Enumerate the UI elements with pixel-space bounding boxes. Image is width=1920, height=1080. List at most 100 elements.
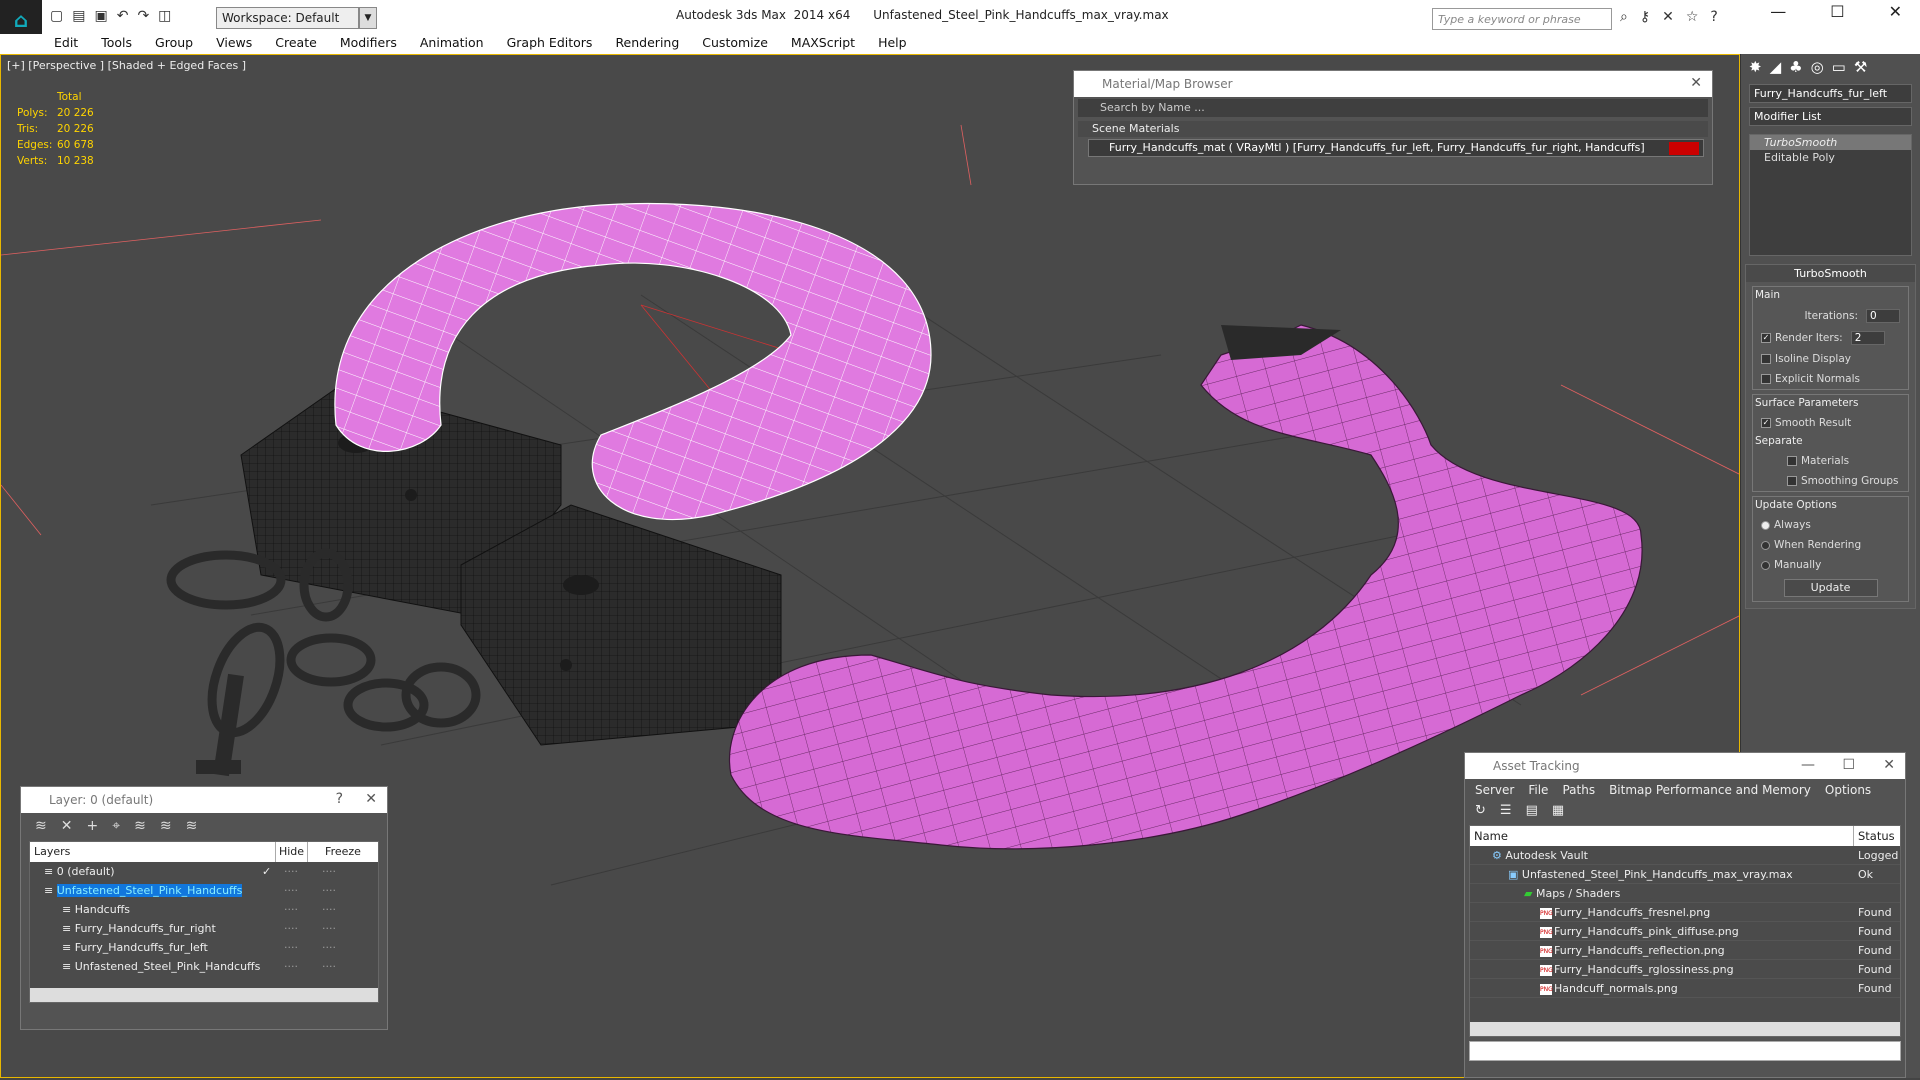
list-view-icon[interactable]: ☰ — [1500, 803, 1512, 819]
menu-customize[interactable]: Customize — [702, 34, 768, 54]
help-icon[interactable]: ? — [336, 791, 343, 807]
binoculars-icon[interactable]: ⌕ — [1620, 9, 1628, 25]
explicit-normals-checkbox[interactable] — [1761, 374, 1771, 384]
layer-freeze-toggle[interactable]: ···· — [322, 900, 336, 919]
materials-checkbox[interactable] — [1787, 456, 1797, 466]
new-icon[interactable]: ▢ — [50, 8, 63, 24]
manually-radio[interactable] — [1761, 560, 1770, 570]
material-browser-titlebar[interactable]: Material/Map Browser ✕ — [1074, 71, 1712, 97]
select-in-layer-icon[interactable]: ⌖ — [112, 818, 120, 834]
asset-menu-options[interactable]: Options — [1825, 783, 1871, 797]
layer-freeze-toggle[interactable]: ···· — [322, 862, 336, 881]
add-to-layer-icon[interactable]: + — [86, 818, 98, 834]
menu-group[interactable]: Group — [155, 34, 193, 54]
asset-menu-server[interactable]: Server — [1475, 783, 1514, 797]
minimize-icon[interactable]: — — [1801, 757, 1815, 773]
maximize-icon[interactable]: ☐ — [1842, 757, 1855, 773]
render-iters-spinner[interactable]: 2 — [1850, 331, 1885, 345]
close-icon[interactable]: ✕ — [1690, 75, 1702, 91]
asset-row[interactable]: ▣ Unfastened_Steel_Pink_Handcuffs_max_vr… — [1470, 865, 1900, 884]
scene-materials-header[interactable]: Scene Materials — [1078, 121, 1708, 137]
help-icon[interactable]: ? — [1710, 9, 1717, 25]
layer-row[interactable]: ≡ 0 (default) ···· ···· ✓ — [30, 862, 378, 881]
thumbnail-view-icon[interactable]: ▤ — [1526, 803, 1538, 819]
layer-row[interactable]: ≡ Furry_Handcuffs_fur_left ···· ···· — [30, 938, 378, 957]
menu-tools[interactable]: Tools — [101, 34, 132, 54]
viewport-label[interactable]: [+] [Perspective ] [Shaded + Edged Faces… — [7, 59, 246, 72]
layer-row[interactable]: ≡ Handcuffs ···· ···· — [30, 900, 378, 919]
always-radio[interactable] — [1761, 520, 1770, 530]
highlight-layer-icon[interactable]: ≋ — [134, 818, 146, 834]
hierarchy-tab-icon[interactable]: ♣ — [1789, 58, 1802, 76]
workspace-dropdown[interactable]: Workspace: Default ▼ — [216, 7, 377, 29]
layer-hide-toggle[interactable]: ···· — [284, 881, 298, 900]
menu-help[interactable]: Help — [878, 34, 907, 54]
asset-row[interactable]: PNGFurry_Handcuffs_pink_diffuse.png Found — [1470, 922, 1900, 941]
menu-graph-editors[interactable]: Graph Editors — [507, 34, 593, 54]
material-row[interactable]: Furry_Handcuffs_mat ( VRayMtl ) [Furry_H… — [1088, 139, 1704, 157]
project-icon[interactable]: ◫ — [158, 8, 171, 24]
maximize-icon[interactable]: ☐ — [1830, 2, 1844, 21]
iterations-spinner[interactable]: 0 — [1866, 309, 1900, 323]
modifier-list-dropdown[interactable]: Modifier List — [1749, 107, 1912, 126]
layer-hide-toggle[interactable]: ···· — [284, 900, 298, 919]
rollout-title[interactable]: TurboSmooth — [1746, 265, 1915, 282]
exchange-icon[interactable]: ✕ — [1662, 9, 1674, 25]
asset-scrollbar[interactable] — [1470, 1022, 1900, 1036]
menu-maxscript[interactable]: MAXScript — [791, 34, 855, 54]
redo-icon[interactable]: ↷ — [137, 8, 149, 24]
asset-row[interactable]: PNGFurry_Handcuffs_fresnel.png Found — [1470, 903, 1900, 922]
asset-row[interactable]: ⚙ Autodesk Vault Logged — [1470, 846, 1900, 865]
asset-menu-bitmap[interactable]: Bitmap Performance and Memory — [1609, 783, 1811, 797]
update-button[interactable]: Update — [1783, 579, 1878, 597]
asset-path-field[interactable] — [1469, 1041, 1901, 1061]
key-icon[interactable]: ⚷ — [1640, 9, 1650, 25]
render-iters-checkbox[interactable]: ✓ — [1761, 333, 1771, 343]
create-tab-icon[interactable]: ✸ — [1749, 58, 1762, 76]
smoothing-groups-checkbox[interactable] — [1787, 476, 1797, 486]
layer-hide-toggle[interactable]: ···· — [284, 862, 298, 881]
save-icon[interactable]: ▣ — [94, 8, 107, 24]
isoline-checkbox[interactable] — [1761, 354, 1771, 364]
close-icon[interactable]: ✕ — [365, 791, 377, 807]
freeze-all-icon[interactable]: ≋ — [186, 818, 198, 834]
motion-tab-icon[interactable]: ◎ — [1811, 58, 1824, 76]
layer-row[interactable]: ≡ Unfastened_Steel_Pink_Handcuffs ···· ···… — [30, 957, 378, 976]
menu-rendering[interactable]: Rendering — [615, 34, 679, 54]
layer-freeze-toggle[interactable]: ···· — [322, 938, 336, 957]
col-status[interactable]: Status — [1854, 826, 1900, 846]
delete-layer-icon[interactable]: ✕ — [61, 818, 73, 834]
display-tab-icon[interactable]: ▭ — [1832, 58, 1846, 76]
open-icon[interactable]: ▤ — [72, 8, 85, 24]
col-name[interactable]: Name — [1470, 826, 1854, 846]
menu-animation[interactable]: Animation — [420, 34, 484, 54]
stack-item-editable-poly[interactable]: Editable Poly — [1750, 150, 1911, 165]
close-icon[interactable]: ✕ — [1883, 757, 1895, 773]
material-search-input[interactable]: Search by Name ... — [1078, 99, 1708, 117]
object-name-field[interactable]: Furry_Handcuffs_fur_left — [1749, 84, 1912, 103]
layer-scrollbar[interactable] — [30, 988, 378, 1002]
menu-edit[interactable]: Edit — [54, 34, 78, 54]
asset-row[interactable]: PNGFurry_Handcuffs_rglossiness.png Found — [1470, 960, 1900, 979]
asset-menu-file[interactable]: File — [1528, 783, 1548, 797]
smooth-result-checkbox[interactable]: ✓ — [1761, 418, 1771, 428]
layer-row[interactable]: ≡ Furry_Handcuffs_fur_right ···· ···· — [30, 919, 378, 938]
menu-views[interactable]: Views — [216, 34, 252, 54]
refresh-icon[interactable]: ↻ — [1475, 803, 1486, 819]
chevron-down-icon[interactable]: ▼ — [359, 7, 377, 29]
when-rendering-radio[interactable] — [1761, 540, 1770, 550]
current-layer-check-icon[interactable]: ✓ — [262, 862, 271, 881]
utilities-tab-icon[interactable]: ⚒ — [1854, 58, 1867, 76]
close-icon[interactable]: ✕ — [1889, 2, 1902, 21]
layer-freeze-toggle[interactable]: ···· — [322, 881, 336, 900]
asset-row[interactable]: PNGHandcuff_normals.png Found — [1470, 979, 1900, 998]
hide-all-icon[interactable]: ≋ — [160, 818, 172, 834]
asset-row[interactable]: ▰ Maps / Shaders — [1470, 884, 1900, 903]
layer-window-titlebar[interactable]: Layer: 0 (default) ? ✕ — [21, 787, 387, 813]
menu-modifiers[interactable]: Modifiers — [340, 34, 397, 54]
create-layer-icon[interactable]: ≋ — [35, 818, 47, 834]
asset-tracking-titlebar[interactable]: Asset Tracking — ☐ ✕ — [1465, 753, 1905, 779]
col-freeze[interactable]: Freeze — [308, 842, 378, 862]
undo-icon[interactable]: ↶ — [117, 8, 129, 24]
table-view-icon[interactable]: ▦ — [1552, 803, 1564, 819]
